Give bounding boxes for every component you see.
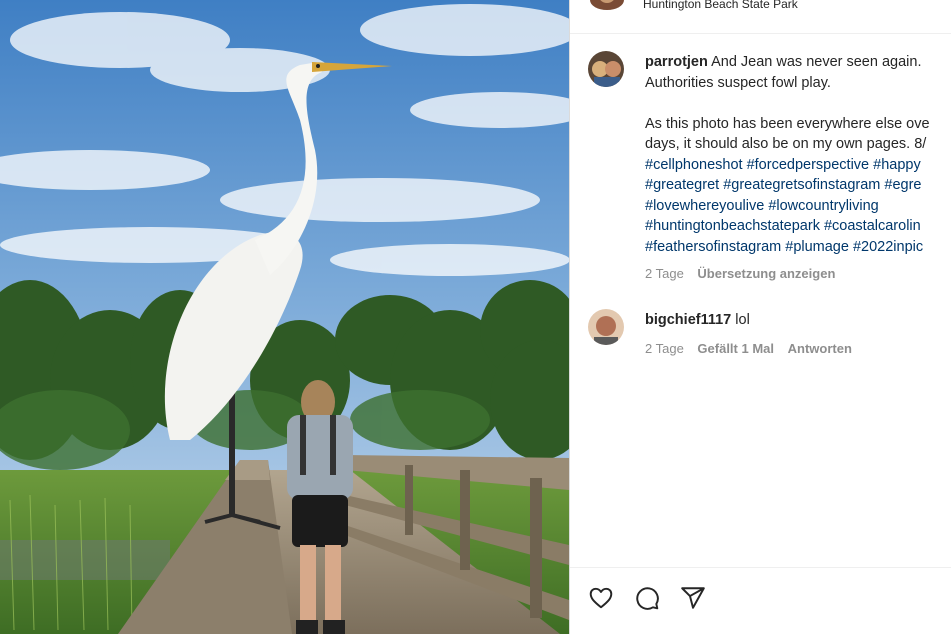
comment-icon[interactable] [634,585,660,611]
caption-meta: 2 Tage Übersetzung anzeigen [645,266,845,281]
caption-line: As this photo has been everywhere else o… [645,115,930,132]
hashtag[interactable]: #greategretsofinstagram [723,177,880,193]
header-avatar[interactable] [590,0,624,10]
hashtag-line: #lovewhereyoulive #lowcountryliving [645,196,951,217]
hashtag[interactable]: #feathersofinstagram [645,239,781,255]
hashtag-line: #cellphoneshot #forcedperspective #happy [645,155,951,176]
caption-time[interactable]: 2 Tage [645,266,684,281]
caption-username[interactable]: parrotjen [645,54,708,70]
translate-link[interactable]: Übersetzung anzeigen [697,266,835,281]
header-divider [570,33,951,34]
heart-icon[interactable] [588,585,614,611]
hashtag[interactable]: #greategret [645,177,719,193]
hashtag[interactable]: #forcedperspective [747,157,870,173]
reply-button[interactable]: Antworten [788,341,852,356]
hashtag-line: #feathersofinstagram #plumage #2022inpic [645,237,951,258]
reply-time[interactable]: 2 Tage [645,341,684,356]
reply-text: bigchief1117 lol [645,310,951,331]
egret-photo [0,0,569,634]
caption-line: Authorities suspect fowl play. [645,74,831,91]
hashtag[interactable]: #lowcountryliving [768,198,878,214]
hashtag[interactable]: #happy [873,157,921,173]
comments-panel: Huntington Beach State Park parrotjen An… [570,0,951,634]
hashtag[interactable]: #huntingtonbeachstatepark [645,218,820,234]
hashtag-line: #huntingtonbeachstatepark #coastalcaroli… [645,216,951,237]
caption-line: days, it should also be on my own pages.… [645,136,927,152]
hashtag[interactable]: #egre [884,177,921,193]
share-icon[interactable] [680,585,706,611]
hashtag[interactable]: #2022inpic [853,239,923,255]
reply-avatar[interactable] [588,309,624,345]
hashtag[interactable]: #cellphoneshot [645,157,743,173]
caption-text: parrotjen And Jean was never seen again.… [645,52,951,257]
caption-first-line: And Jean was never seen again. [711,54,922,70]
reply-username[interactable]: bigchief1117 [645,312,731,328]
caption-line [645,93,951,114]
hashtag[interactable]: #coastalcarolin [824,218,921,234]
actions-divider [570,567,951,568]
hashtag[interactable]: #plumage [785,239,849,255]
post-location[interactable]: Huntington Beach State Park [643,0,798,11]
hashtag-line: #greategret #greategretsofinstagram #egr… [645,175,951,196]
caption-avatar[interactable] [588,51,624,87]
reply-likes[interactable]: Gefällt 1 Mal [697,341,774,356]
reply-body: lol [735,312,750,328]
reply-meta: 2 Tage Gefällt 1 Mal Antworten [645,341,862,356]
post-photo[interactable] [0,0,569,634]
hashtag[interactable]: #lovewhereyoulive [645,198,764,214]
